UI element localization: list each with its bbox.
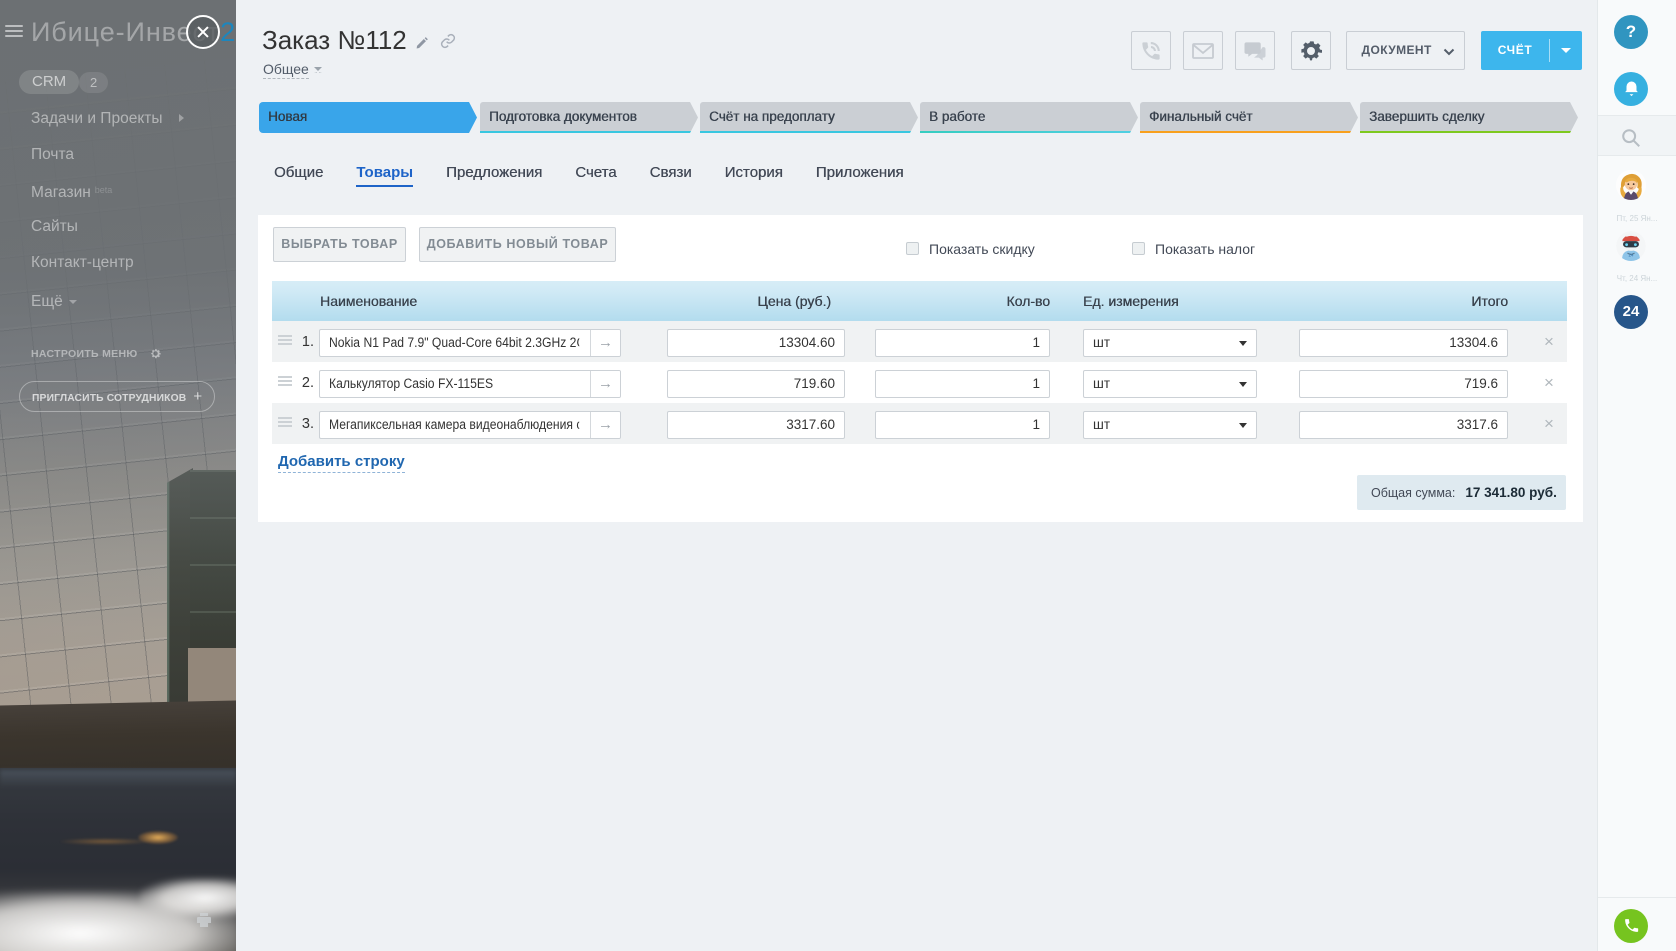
svg-text:24: 24 bbox=[1629, 253, 1634, 258]
